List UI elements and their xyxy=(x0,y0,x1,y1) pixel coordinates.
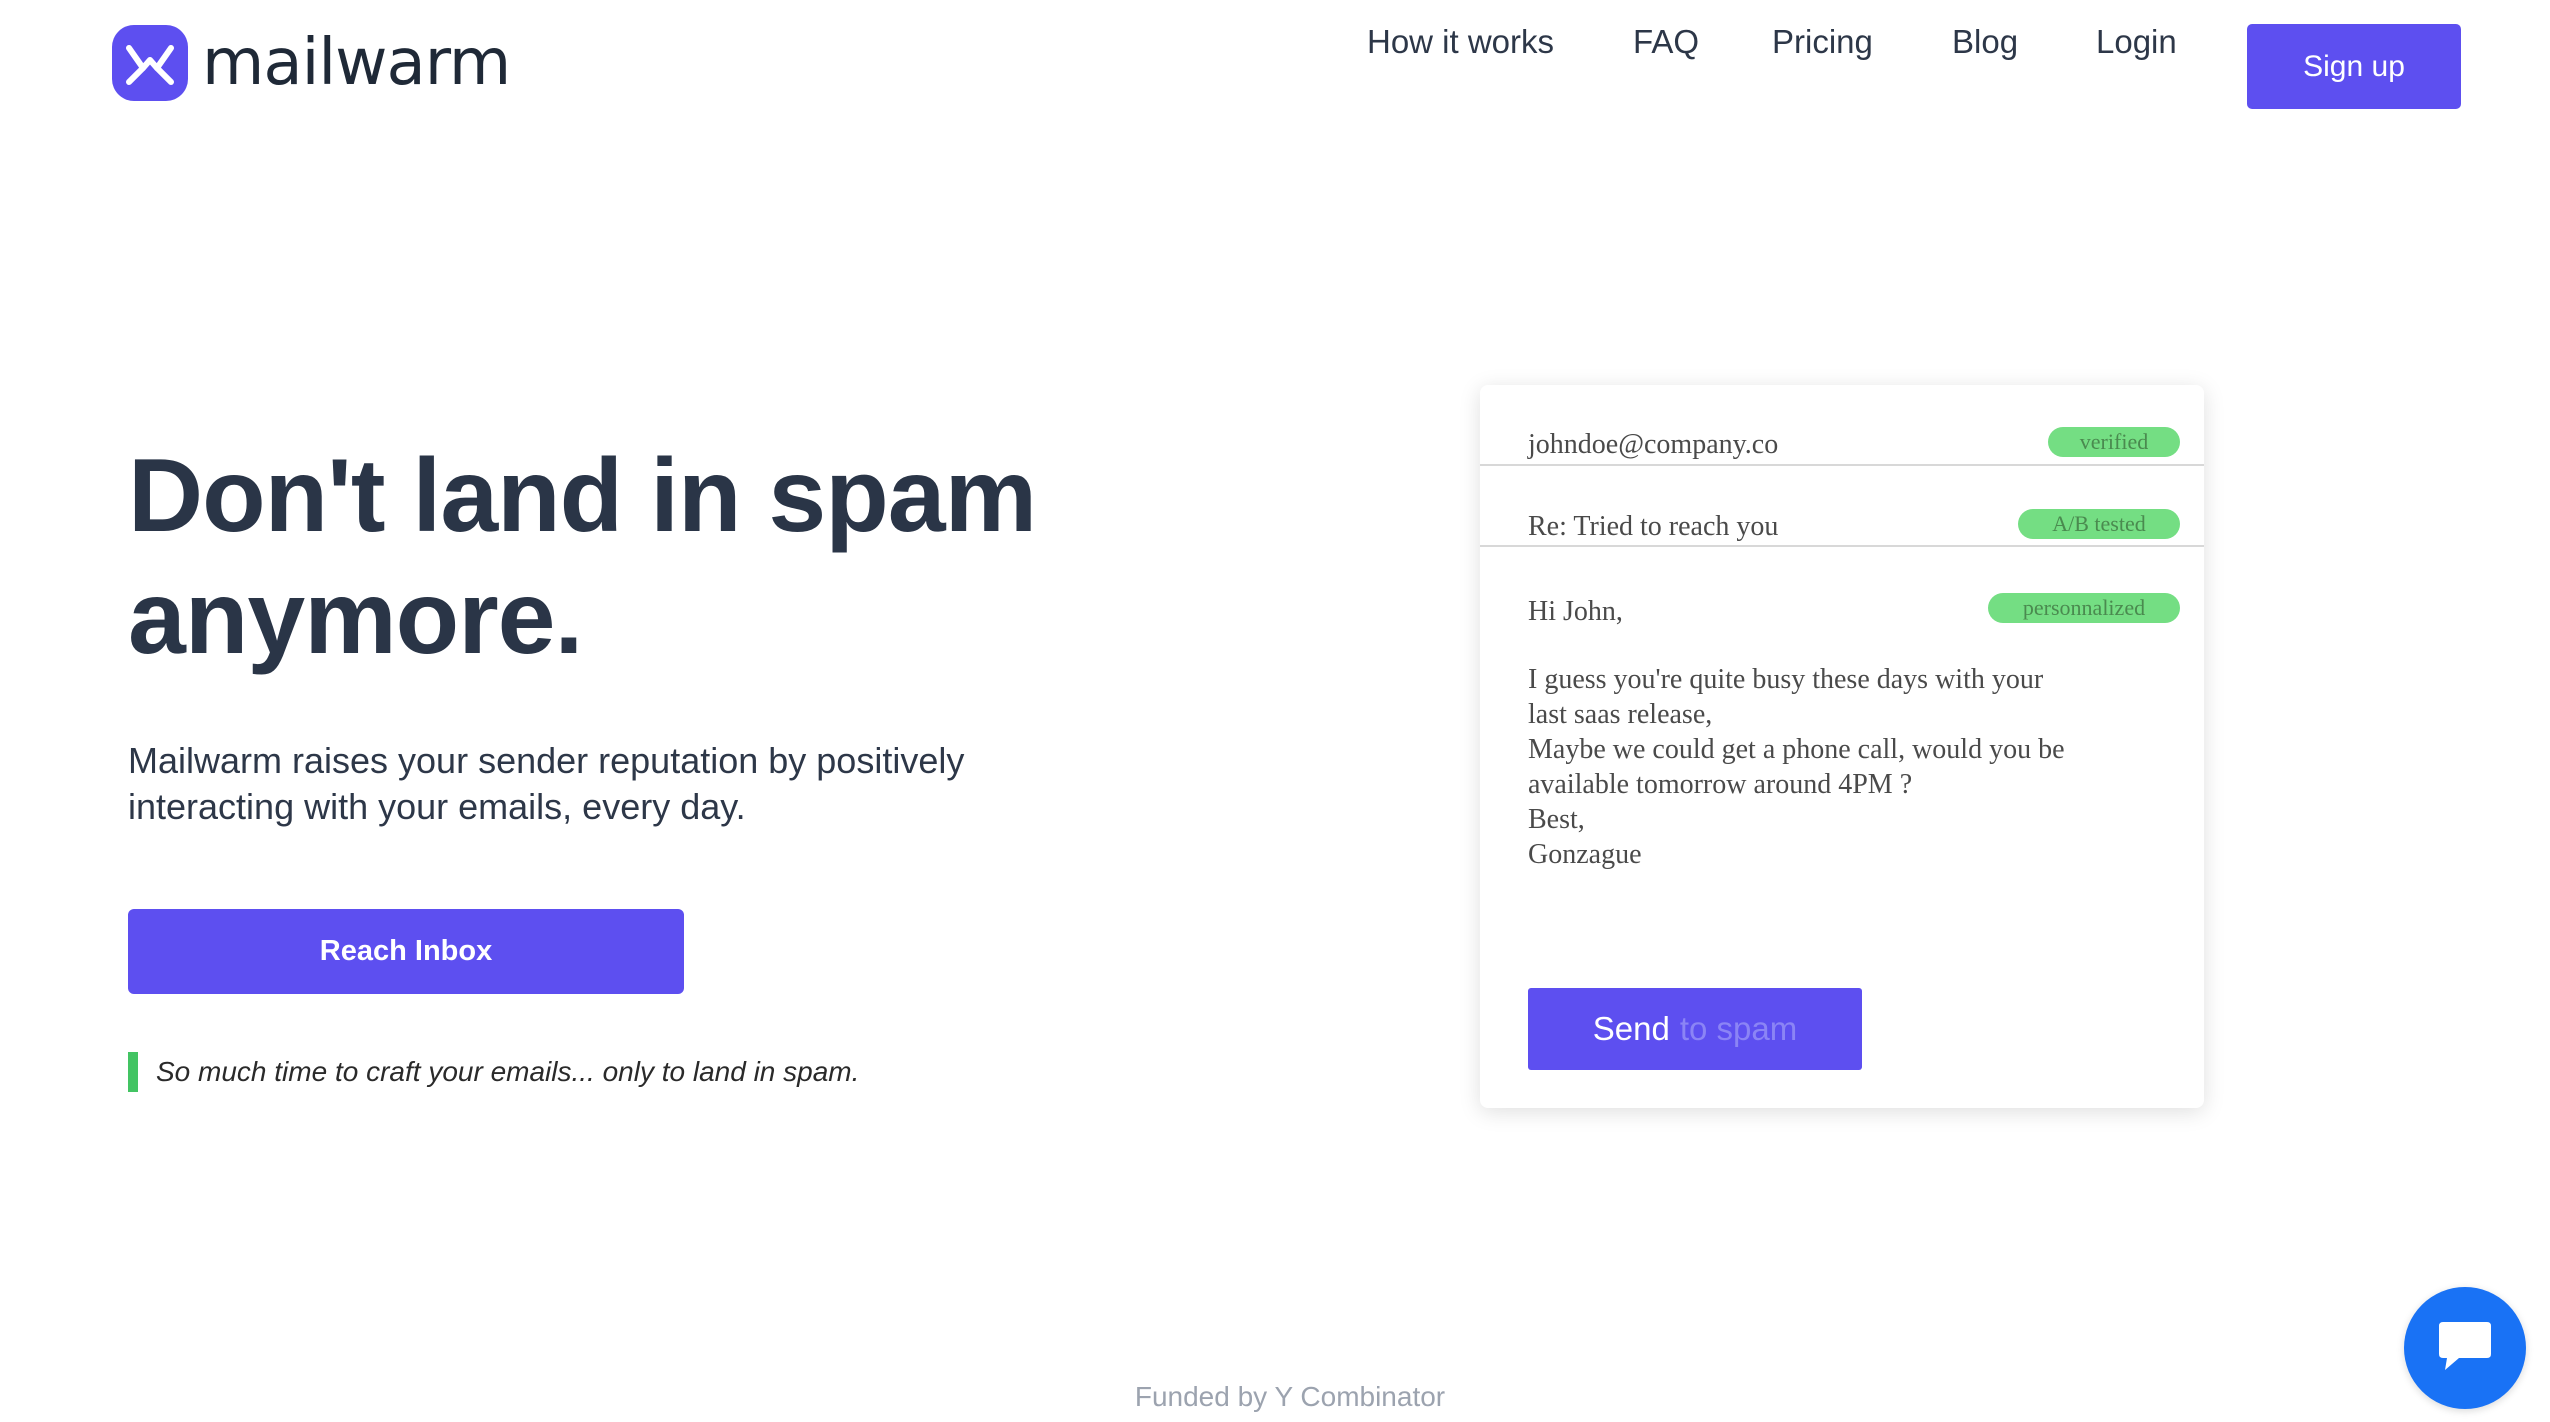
hero-quote: So much time to craft your emails... onl… xyxy=(128,1052,859,1092)
email-body-line: available tomorrow around 4PM ? xyxy=(1528,769,1913,800)
envelope-check-icon xyxy=(112,25,188,101)
divider xyxy=(1480,464,2204,466)
verified-badge: verified xyxy=(2048,427,2180,457)
hero-title: Don't land in spam anymore. xyxy=(128,438,1037,676)
email-body-line: Gonzague xyxy=(1528,839,1642,870)
personalized-badge: personnalized xyxy=(1988,593,2180,623)
email-body-line: I guess you're quite busy these days wit… xyxy=(1528,664,2044,695)
send-faded-label: to spam xyxy=(1679,1010,1798,1047)
nav-how-it-works[interactable]: How it works xyxy=(1367,0,1554,84)
email-subject-field: Re: Tried to reach you xyxy=(1528,511,1779,542)
site-header: mailwarm How it works FAQ Pricing Blog L… xyxy=(0,0,2550,135)
send-button[interactable]: Send to spam xyxy=(1528,988,1862,1070)
nav-faq[interactable]: FAQ xyxy=(1633,0,1699,84)
funded-by-text: Funded by Y Combinator xyxy=(1134,1381,1446,1412)
hero-subtitle: Mailwarm raises your sender reputation b… xyxy=(128,740,965,827)
logo-link[interactable]: mailwarm xyxy=(112,25,511,101)
chat-bubble-icon xyxy=(2433,1318,2497,1379)
chat-launcher-button[interactable] xyxy=(2404,1287,2526,1409)
reach-inbox-button[interactable]: Reach Inbox xyxy=(128,909,684,994)
logo-wordmark: mailwarm xyxy=(202,26,511,100)
send-label: Send xyxy=(1592,1010,1670,1047)
email-preview-card: johndoe@company.co verified Re: Tried to… xyxy=(1480,385,2204,1108)
nav-login[interactable]: Login xyxy=(2096,0,2177,84)
email-body-line: Best, xyxy=(1528,804,1585,835)
email-body: I guess you're quite busy these days wit… xyxy=(1528,662,2148,872)
nav-blog[interactable]: Blog xyxy=(1952,0,2018,84)
email-body-line: Maybe we could get a phone call, would y… xyxy=(1528,734,2065,765)
email-to-field: johndoe@company.co xyxy=(1528,429,1779,460)
divider xyxy=(1480,545,2204,547)
ab-tested-badge: A/B tested xyxy=(2018,509,2180,539)
email-greeting: Hi John, xyxy=(1528,596,1623,627)
nav-pricing[interactable]: Pricing xyxy=(1772,0,1873,84)
email-body-line: last saas release, xyxy=(1528,699,1713,730)
signup-button[interactable]: Sign up xyxy=(2247,24,2461,109)
